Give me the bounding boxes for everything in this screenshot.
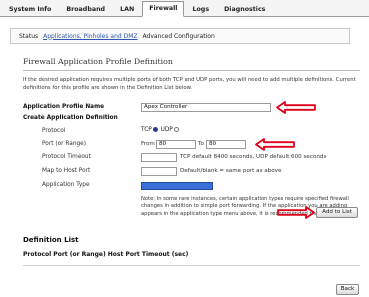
to-label: To: [198, 141, 204, 147]
udp-radio[interactable]: [173, 127, 179, 132]
protocol-timeout-hint: TCP default 8400 seconds, UDP default 60…: [180, 154, 327, 160]
protocol-timeout-field[interactable]: [141, 153, 177, 162]
map-host-port-label: Map to Host Port: [42, 168, 91, 174]
map-host-port-hint: Default/blank = same port as above: [180, 168, 282, 174]
create-definition-heading: Create Application Definition: [23, 115, 118, 121]
protocol-tcp-label: TCP: [141, 127, 152, 133]
map-host-port-field[interactable]: [141, 167, 177, 176]
annotation-arrow-icon: [277, 206, 315, 219]
tab-logs[interactable]: Logs: [185, 2, 216, 16]
definition-list-header: Protocol Port (or Range) Host Port Timeo…: [23, 251, 189, 258]
profile-name-label: Application Profile Name: [23, 104, 105, 110]
protocol-radio-group: TCP UDP: [141, 127, 180, 133]
tcp-radio[interactable]: [152, 127, 158, 132]
add-to-list-button[interactable]: Add to List: [316, 207, 358, 218]
port-from-field[interactable]: 80: [156, 140, 196, 149]
tab-broadband[interactable]: Broadband: [59, 2, 112, 16]
divider: [23, 70, 360, 71]
divider: [23, 265, 360, 266]
definition-list-title: Definition List: [23, 236, 79, 244]
subnav-status[interactable]: Status: [19, 33, 38, 40]
from-label: From: [141, 141, 155, 147]
page-title: Firewall Application Profile Definition: [23, 57, 173, 66]
protocol-timeout-label: Protocol Timeout: [42, 154, 91, 160]
annotation-arrow-icon: [255, 138, 295, 151]
application-type-label: Application Type: [42, 182, 90, 188]
protocol-label: Protocol: [42, 128, 66, 134]
tab-lan[interactable]: LAN: [113, 2, 141, 16]
sub-navigation: Status Applications, Pinholes and DMZ Ad…: [10, 28, 350, 44]
tab-diagnostics[interactable]: Diagnostics: [217, 2, 272, 16]
application-type-select[interactable]: [141, 182, 213, 190]
back-button[interactable]: Back: [336, 284, 359, 295]
annotation-arrow-icon: [276, 101, 316, 114]
protocol-udp-label: UDP: [160, 127, 173, 133]
intro-text: If the desired application requires mult…: [23, 77, 356, 91]
profile-name-field[interactable]: Apex Controller: [141, 103, 271, 112]
tab-system-info[interactable]: System Info: [2, 2, 58, 16]
port-to-field[interactable]: 80: [206, 140, 246, 149]
subnav-advanced[interactable]: Advanced Configuration: [143, 33, 215, 40]
tab-firewall[interactable]: Firewall: [142, 1, 185, 17]
port-range-label: Port (or Range): [42, 141, 87, 147]
main-tab-bar: System Info Broadband LAN Firewall Logs …: [0, 0, 369, 17]
subnav-applications[interactable]: Applications, Pinholes and DMZ: [43, 33, 137, 40]
